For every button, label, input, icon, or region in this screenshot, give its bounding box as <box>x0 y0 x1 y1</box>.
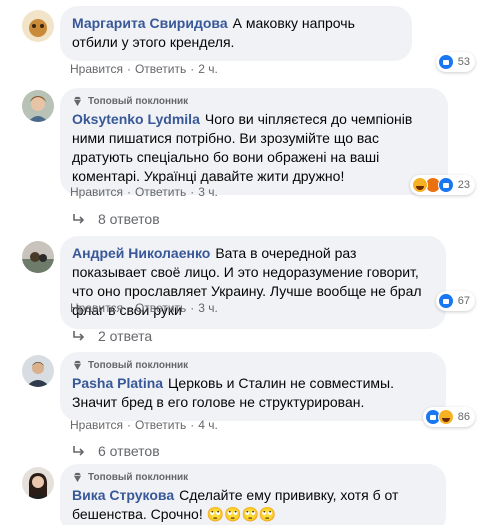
comment-bubble: Андрей Николаенко Вата в очередной раз по… <box>60 236 446 329</box>
avatar[interactable] <box>22 90 54 122</box>
timestamp[interactable]: 3 ч. <box>198 301 218 315</box>
comment-actions: Нравится · Ответить · 4 ч. <box>70 418 218 432</box>
reaction-count: 23 <box>457 179 470 191</box>
like-reaction-icon <box>437 54 454 70</box>
avatar[interactable] <box>22 467 54 499</box>
comment-author[interactable]: Pasha Platina <box>72 375 163 391</box>
like-reaction-icon <box>437 293 454 309</box>
diamond-icon <box>73 472 82 483</box>
view-replies-link[interactable]: 6 ответов <box>72 443 160 459</box>
like-reaction-icon <box>437 177 454 193</box>
comment-text: Oksytenko Lydmila Чого ви чіпляєтеся до ч… <box>72 111 413 184</box>
comment-bubble: Маргарита Свиридова А маковку напрочь отб… <box>60 6 412 61</box>
like-link[interactable]: Нравится <box>70 418 123 432</box>
reply-arrow-icon <box>73 331 85 341</box>
timestamp[interactable]: 3 ч. <box>198 185 218 199</box>
comment-actions: Нравится · Ответить · 3 ч. <box>70 185 218 199</box>
reaction-count: 86 <box>457 411 470 423</box>
comment-actions: Нравится · Ответить · 2 ч. <box>70 62 218 76</box>
top-fan-badge: Топовый поклонник <box>72 96 436 107</box>
comment-actions: Нравится · Ответить · 3 ч. <box>70 301 218 315</box>
avatar[interactable] <box>22 241 54 273</box>
reply-arrow-icon <box>73 214 85 224</box>
comment-author[interactable]: Вика Струкова <box>72 487 174 503</box>
reply-link[interactable]: Ответить <box>135 185 186 199</box>
reply-arrow-icon <box>73 446 85 456</box>
comment-bubble: Топовый поклонник Oksytenko Lydmila Чого … <box>60 88 448 195</box>
like-link[interactable]: Нравится <box>70 62 123 76</box>
view-replies-link[interactable]: 8 ответов <box>72 211 160 227</box>
like-link[interactable]: Нравится <box>70 185 123 199</box>
reply-link[interactable]: Ответить <box>135 418 186 432</box>
avatar[interactable] <box>22 355 54 387</box>
haha-reaction-icon <box>411 177 428 193</box>
like-link[interactable]: Нравится <box>70 301 123 315</box>
reactions-badge[interactable]: 67 <box>435 291 475 311</box>
timestamp[interactable]: 2 ч. <box>198 62 218 76</box>
comment-text: Pasha Platina Церковь и Сталин не совмест… <box>72 375 394 410</box>
haha-reaction-icon <box>437 409 454 425</box>
reactions-badge[interactable]: 53 <box>435 52 475 72</box>
reply-link[interactable]: Ответить <box>135 301 186 315</box>
comment-bubble: Топовый поклонник Pasha Platina Церковь и… <box>60 352 446 421</box>
comment-bubble: Топовый поклонник Вика Струкова Сделайте … <box>60 464 446 525</box>
reaction-count: 67 <box>457 295 470 307</box>
diamond-icon <box>73 96 82 107</box>
top-fan-badge: Топовый поклонник <box>72 472 434 483</box>
comment-author[interactable]: Андрей Николаенко <box>72 245 210 261</box>
comment-text: Вика Струкова Сделайте ему прививку, хотя… <box>72 487 399 522</box>
timestamp[interactable]: 4 ч. <box>198 418 218 432</box>
reply-link[interactable]: Ответить <box>135 62 186 76</box>
avatar[interactable] <box>22 10 54 42</box>
reactions-badge[interactable]: 23 <box>409 175 475 195</box>
diamond-icon <box>73 360 82 371</box>
reaction-count: 53 <box>457 56 470 68</box>
top-fan-badge: Топовый поклонник <box>72 360 434 371</box>
comment-author[interactable]: Маргарита Свиридова <box>72 15 228 31</box>
comment-text: Маргарита Свиридова А маковку напрочь отб… <box>72 15 355 50</box>
comment-author[interactable]: Oksytenko Lydmila <box>72 111 200 127</box>
view-replies-link[interactable]: 2 ответа <box>72 328 152 344</box>
reactions-badge[interactable]: 86 <box>422 407 475 427</box>
